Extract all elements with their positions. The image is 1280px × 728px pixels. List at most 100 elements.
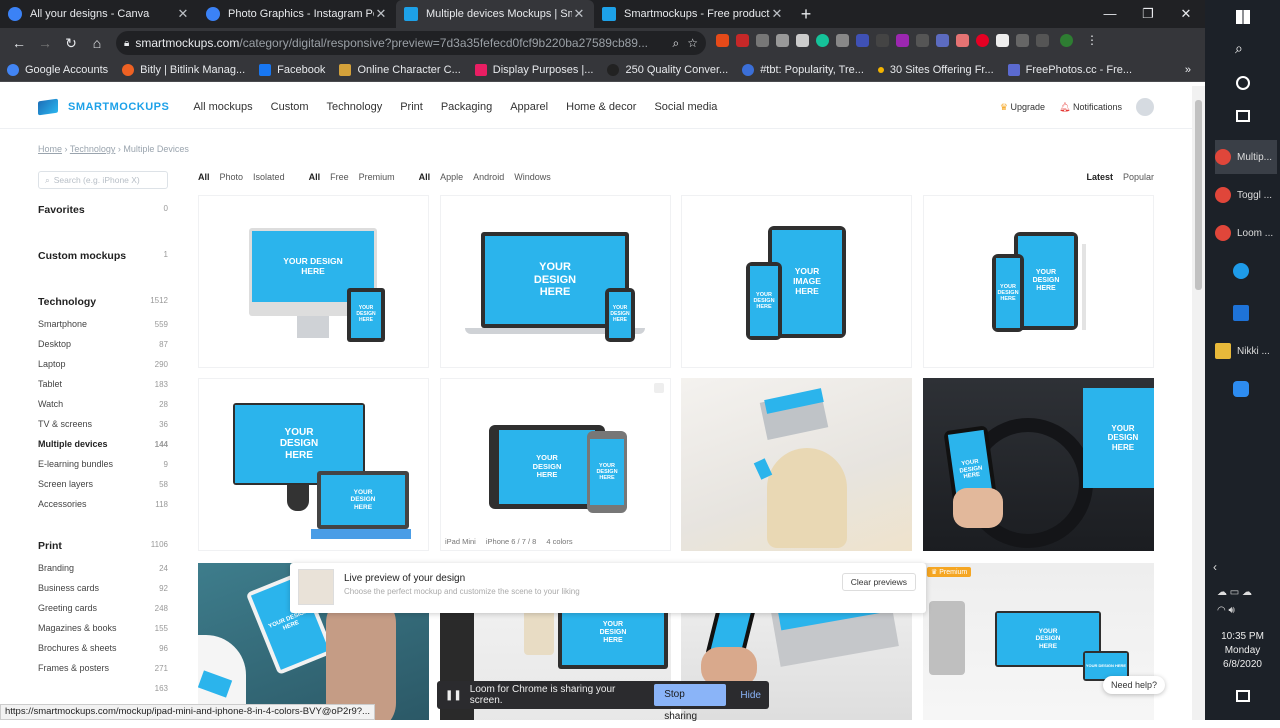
sidebar-item-laptop[interactable]: Laptop 290 bbox=[38, 354, 168, 374]
office-extension-icon[interactable] bbox=[716, 34, 729, 47]
filter-all-tiers[interactable]: All bbox=[309, 172, 321, 182]
back-icon[interactable]: ← bbox=[6, 35, 32, 51]
sidebar-item-screen-layers[interactable]: Screen layers 58 bbox=[38, 474, 168, 494]
browser-tab-multiple-devices[interactable]: Multiple devices Mockups | Smar ✕ bbox=[396, 0, 594, 28]
extension-icon[interactable] bbox=[856, 34, 869, 47]
cortana-icon[interactable] bbox=[1236, 76, 1250, 90]
sidebar-item-watch[interactable]: Watch 28 bbox=[38, 394, 168, 414]
favorite-heart-icon[interactable] bbox=[654, 383, 664, 393]
sidebar-print[interactable]: Print 1106 bbox=[38, 540, 168, 552]
sidebar-item-brochures[interactable]: Brochures & sheets 96 bbox=[38, 638, 168, 658]
mockup-card-photo[interactable]: ♛ Premium YOUR DESIGN HERE YOUR DESIGN H… bbox=[923, 563, 1154, 720]
forward-icon[interactable]: → bbox=[32, 35, 58, 51]
scrollbar-thumb[interactable] bbox=[1195, 100, 1202, 290]
need-help-button[interactable]: Need help? bbox=[1103, 676, 1166, 694]
sidebar-item-e-learning[interactable]: E-learning bundles 9 bbox=[38, 454, 168, 474]
search-input[interactable]: ⌕ Search (e.g. iPhone X) bbox=[38, 171, 168, 189]
home-icon[interactable]: ⌂ bbox=[84, 35, 110, 51]
extension-icon[interactable] bbox=[936, 34, 949, 47]
mockup-card[interactable]: YOUR IMAGE HERE YOUR DESIGN HERE bbox=[681, 195, 912, 368]
new-tab-icon[interactable]: + bbox=[792, 0, 820, 28]
search-icon[interactable]: ⌕ bbox=[673, 36, 680, 51]
bookmark-250-quality[interactable]: 250 Quality Conver... bbox=[600, 63, 735, 76]
extension-icon[interactable] bbox=[736, 34, 749, 47]
notifications-icon[interactable] bbox=[1236, 690, 1250, 702]
filter-all-types[interactable]: All bbox=[198, 172, 210, 182]
address-bar[interactable]: 🔒︎ smartmockups.com/category/digital/res… bbox=[116, 31, 706, 55]
bookmark-facebook[interactable]: Facebook bbox=[252, 63, 332, 76]
profile-avatar-icon[interactable] bbox=[1060, 34, 1073, 47]
site-logo[interactable]: SMARTMOCKUPS bbox=[38, 98, 169, 116]
filter-android[interactable]: Android bbox=[473, 172, 504, 182]
extension-icon[interactable] bbox=[1016, 34, 1029, 47]
menu-social-media[interactable]: Social media bbox=[654, 101, 717, 113]
camera-extension-icon[interactable] bbox=[836, 34, 849, 47]
mockup-card[interactable]: YOUR DESIGN HERE YOUR DESIGN HERE bbox=[923, 195, 1154, 368]
minimize-icon[interactable]: — bbox=[1091, 0, 1129, 28]
sidebar-item-branding[interactable]: Branding 24 bbox=[38, 558, 168, 578]
sidebar-item-magazines[interactable]: Magazines & books 155 bbox=[38, 618, 168, 638]
bookmark-star-icon[interactable]: ☆ bbox=[687, 36, 698, 50]
hide-button[interactable]: Hide bbox=[740, 690, 761, 701]
taskbar-item-edge[interactable] bbox=[1215, 254, 1277, 288]
menu-technology[interactable]: Technology bbox=[327, 101, 383, 113]
filter-premium[interactable]: Premium bbox=[359, 172, 395, 182]
filter-free[interactable]: Free bbox=[330, 172, 349, 182]
bookmark-online-character[interactable]: Online Character C... bbox=[332, 63, 467, 76]
show-hidden-icons-icon[interactable]: ‹ bbox=[1213, 560, 1217, 574]
close-tab-icon[interactable]: ✕ bbox=[176, 6, 190, 22]
extension-icon[interactable] bbox=[996, 34, 1009, 47]
breadcrumb-home[interactable]: Home bbox=[38, 144, 62, 154]
reload-icon[interactable]: ↻ bbox=[58, 35, 84, 52]
windows-start-icon[interactable] bbox=[1236, 10, 1250, 24]
mockup-card[interactable]: YOUR DESIGN HERE YOUR DESIGN HERE iPad M… bbox=[440, 378, 671, 551]
sidebar-item-greeting-cards[interactable]: Greeting cards 248 bbox=[38, 598, 168, 618]
menu-packaging[interactable]: Packaging bbox=[441, 101, 492, 113]
browser-tab-smartmockups[interactable]: Smartmockups - Free product m ✕ bbox=[594, 0, 792, 28]
browser-tab-photo-graphics[interactable]: Photo Graphics - Instagram Post ✕ bbox=[198, 0, 396, 28]
menu-print[interactable]: Print bbox=[400, 101, 423, 113]
system-clock[interactable]: 10:35 PM Monday 6/8/2020 bbox=[1205, 630, 1280, 672]
sidebar-item-frames-posters[interactable]: Frames & posters 271 bbox=[38, 658, 168, 678]
sidebar-item-desktop[interactable]: Desktop 87 bbox=[38, 334, 168, 354]
bookmark-google-accounts[interactable]: Google Accounts bbox=[0, 63, 115, 76]
bookmark-tbt[interactable]: #tbt: Popularity, Tre... bbox=[735, 63, 871, 76]
mockup-card[interactable]: YOUR DESIGN HERE YOUR DESIGN HERE bbox=[198, 195, 429, 368]
menu-all-mockups[interactable]: All mockups bbox=[193, 101, 252, 113]
filter-apple[interactable]: Apple bbox=[440, 172, 463, 182]
sidebar-item-smartphone[interactable]: Smartphone 559 bbox=[38, 314, 168, 334]
pinterest-extension-icon[interactable] bbox=[976, 34, 989, 47]
taskbar-item-chrome[interactable]: Multip... bbox=[1215, 140, 1277, 174]
bookmark-bitly[interactable]: Bitly | Bitlink Manag... bbox=[115, 63, 252, 76]
bookmark-30-sites[interactable]: 30 Sites Offering Fr... bbox=[871, 64, 1001, 76]
taskbar-item-zoom[interactable] bbox=[1215, 372, 1277, 406]
taskbar-item-loom[interactable]: Loom ... bbox=[1215, 216, 1277, 250]
taskbar-item-explorer[interactable]: Nikki ... bbox=[1215, 334, 1277, 368]
task-view-icon[interactable] bbox=[1236, 110, 1250, 122]
grammarly-extension-icon[interactable] bbox=[816, 34, 829, 47]
close-tab-icon[interactable]: ✕ bbox=[374, 6, 388, 22]
close-tab-icon[interactable]: ✕ bbox=[572, 6, 586, 22]
extension-icon[interactable] bbox=[896, 34, 909, 47]
chrome-menu-icon[interactable]: ⋮ bbox=[1086, 34, 1098, 47]
mockup-card[interactable]: YOUR DESIGN HERE YOUR DESIGN HERE bbox=[198, 378, 429, 551]
extension-icon[interactable] bbox=[916, 34, 929, 47]
extension-icon[interactable] bbox=[956, 34, 969, 47]
sort-popular[interactable]: Popular bbox=[1123, 172, 1154, 182]
menu-custom[interactable]: Custom bbox=[271, 101, 309, 113]
breadcrumb-technology[interactable]: Technology bbox=[70, 144, 116, 154]
maximize-icon[interactable]: ❐ bbox=[1129, 0, 1167, 28]
sidebar-item-partial[interactable]: 163 bbox=[38, 678, 168, 698]
browser-tab-canva[interactable]: All your designs - Canva ✕ bbox=[0, 0, 198, 28]
bookmark-freephotos[interactable]: FreePhotos.cc - Fre... bbox=[1001, 63, 1139, 76]
taskbar-item-toggl[interactable]: Toggl ... bbox=[1215, 178, 1277, 212]
sidebar-item-accessories[interactable]: Accessories 118 bbox=[38, 494, 168, 514]
filter-all-brands[interactable]: All bbox=[419, 172, 431, 182]
pocket-extension-icon[interactable] bbox=[776, 34, 789, 47]
user-avatar[interactable] bbox=[1136, 98, 1154, 116]
stop-sharing-button[interactable]: Stop sharing bbox=[654, 684, 727, 722]
extension-icon[interactable] bbox=[876, 34, 889, 47]
extension-icon[interactable] bbox=[756, 34, 769, 47]
menu-home-decor[interactable]: Home & decor bbox=[566, 101, 636, 113]
upgrade-link[interactable]: ♛ Upgrade bbox=[1000, 102, 1045, 113]
